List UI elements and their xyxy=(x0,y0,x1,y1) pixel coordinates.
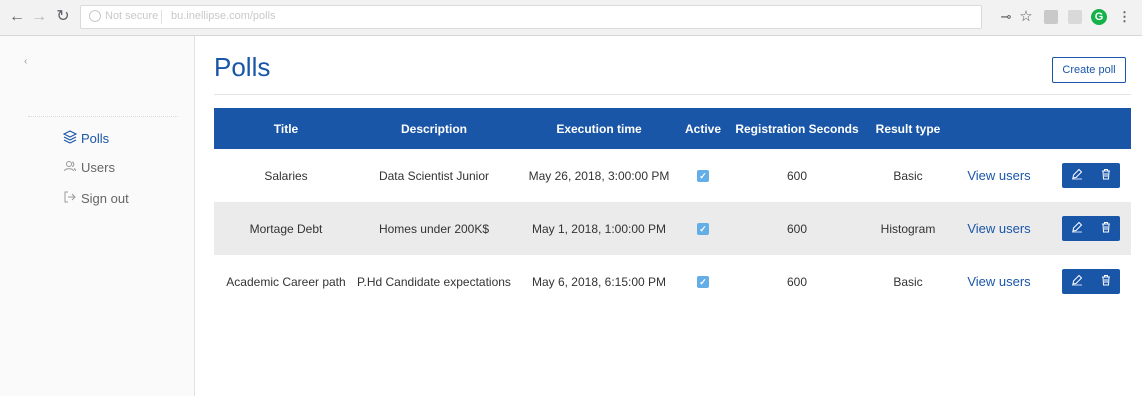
users-icon xyxy=(62,159,78,175)
trash-icon[interactable] xyxy=(1096,166,1116,186)
address-bar[interactable]: Not secure bu.inellipse.com/polls xyxy=(80,5,982,29)
cell-title: Academic Career path xyxy=(226,274,346,289)
star-icon[interactable]: ☆ xyxy=(1018,9,1034,25)
sidebar-item-label: Sign out xyxy=(81,191,129,206)
trash-icon[interactable] xyxy=(1096,272,1116,292)
forward-arrow-icon[interactable]: → xyxy=(30,8,48,26)
grammarly-icon[interactable]: G xyxy=(1091,9,1107,25)
cell-description: Homes under 200K$ xyxy=(378,221,490,236)
key-icon[interactable]: ⊸ xyxy=(998,9,1014,25)
back-arrow-icon[interactable]: ← xyxy=(8,8,26,26)
cell-active: ✓ xyxy=(680,202,726,255)
cell-actions xyxy=(1062,149,1120,202)
cell-active: ✓ xyxy=(680,255,726,308)
sign-out-icon xyxy=(62,190,78,206)
cell-actions xyxy=(1062,255,1120,308)
sidebar-divider xyxy=(28,116,178,118)
column-header-result-type: Result type xyxy=(875,121,941,136)
cell-title: Mortage Debt xyxy=(249,221,323,236)
active-checkbox[interactable]: ✓ xyxy=(697,222,709,235)
cell-view-users: View users xyxy=(954,202,1044,255)
extension-icon[interactable] xyxy=(1068,10,1082,24)
sidebar-item-label: Users xyxy=(81,160,115,175)
cell-result-type: Basic xyxy=(893,168,923,183)
edit-icon[interactable] xyxy=(1067,219,1087,239)
cell-result-type: Histogram xyxy=(880,221,936,236)
active-checkbox[interactable]: ✓ xyxy=(697,275,709,288)
cell-actions xyxy=(1062,202,1120,255)
trash-icon[interactable] xyxy=(1096,219,1116,239)
column-header-title: Title xyxy=(273,121,299,136)
column-header-description: Description xyxy=(400,121,467,136)
cell-execution-time: May 6, 2018, 6:15:00 PM xyxy=(531,274,667,289)
column-header-execution-time: Execution time xyxy=(556,121,642,136)
kebab-menu-icon[interactable]: ⋮ xyxy=(1118,9,1131,25)
sidebar-item-polls[interactable]: Polls xyxy=(0,128,195,150)
row-action-group xyxy=(1062,269,1120,294)
cell-execution-time: May 1, 2018, 1:00:00 PM xyxy=(531,221,667,236)
sidebar-item-label: Polls xyxy=(81,131,110,146)
row-action-group xyxy=(1062,163,1120,188)
cell-view-users: View users xyxy=(954,255,1044,308)
sidebar-item-sign-out[interactable]: Sign out xyxy=(0,188,195,210)
create-poll-button[interactable]: Create poll xyxy=(1052,57,1126,83)
view-users-link[interactable]: View users xyxy=(967,274,1030,289)
address-separator xyxy=(161,10,162,24)
table-row: Salaries Data Scientist Junior May 26, 2… xyxy=(214,149,1131,202)
url-text[interactable]: bu.inellipse.com/polls xyxy=(171,10,276,22)
layers-icon xyxy=(62,130,78,146)
cell-title: Salaries xyxy=(264,168,308,183)
view-users-link[interactable]: View users xyxy=(967,221,1030,236)
edit-icon[interactable] xyxy=(1067,166,1087,186)
row-action-group xyxy=(1062,216,1120,241)
cell-registration-seconds: 600 xyxy=(786,221,808,236)
title-divider xyxy=(214,94,1131,95)
sidebar: ‹ Polls Users Sign out xyxy=(0,36,195,396)
column-header-active: Active xyxy=(684,121,722,136)
active-checkbox[interactable]: ✓ xyxy=(697,169,709,182)
info-icon[interactable] xyxy=(89,10,101,22)
table-row: Academic Career path P.Hd Candidate expe… xyxy=(214,255,1131,308)
cell-registration-seconds: 600 xyxy=(786,168,808,183)
extension-icon[interactable] xyxy=(1044,10,1058,24)
security-label: Not secure xyxy=(105,10,159,22)
cell-active: ✓ xyxy=(680,149,726,202)
table-row: Mortage Debt Homes under 200K$ May 1, 20… xyxy=(214,202,1131,255)
cell-view-users: View users xyxy=(954,149,1044,202)
view-users-link[interactable]: View users xyxy=(967,168,1030,183)
cell-result-type: Basic xyxy=(893,274,923,289)
cell-registration-seconds: 600 xyxy=(786,274,808,289)
cell-description: Data Scientist Junior xyxy=(378,168,490,183)
edit-icon[interactable] xyxy=(1067,272,1087,292)
collapse-sidebar-icon[interactable]: ‹ xyxy=(24,56,27,67)
polls-table: Title Description Execution time Active … xyxy=(214,108,1131,308)
cell-execution-time: May 26, 2018, 3:00:00 PM xyxy=(528,168,670,183)
table-header: Title Description Execution time Active … xyxy=(214,108,1131,149)
cell-description: P.Hd Candidate expectations xyxy=(357,274,511,289)
column-header-registration-seconds: Registration Seconds xyxy=(735,121,859,136)
reload-icon[interactable]: ↻ xyxy=(54,8,72,26)
page-title: Polls xyxy=(214,52,271,82)
sidebar-item-users[interactable]: Users xyxy=(0,157,195,179)
browser-toolbar: ← → ↻ Not secure bu.inellipse.com/polls … xyxy=(0,0,1142,36)
